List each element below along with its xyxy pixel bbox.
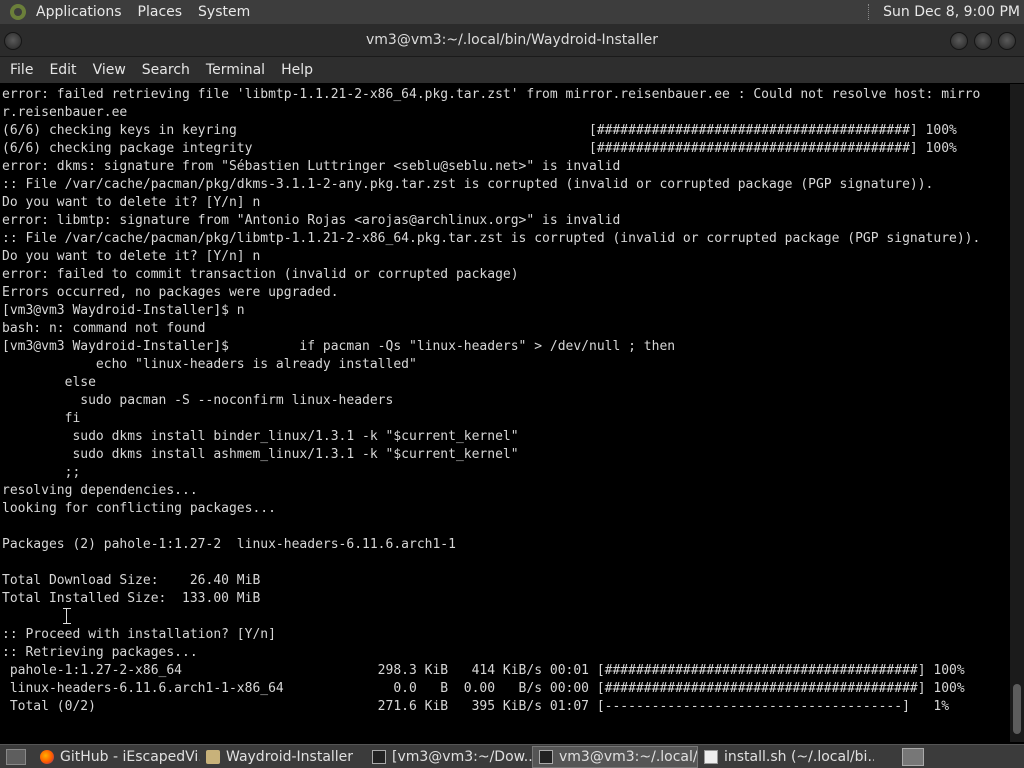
terminal-line: Do you want to delete it? [Y/n] n [2, 249, 261, 264]
terminal-line: echo "linux-headers is already installed… [2, 357, 417, 372]
terminal-line: Total (0/2) 271.6 KiB 395 KiB/s 01:07 [-… [2, 699, 950, 714]
terminal-line: sudo dkms install ashmem_linux/1.3.1 -k … [2, 447, 519, 462]
terminal-scrollbar[interactable] [1010, 84, 1024, 742]
terminal-line: Total Download Size: 26.40 MiB [2, 573, 261, 588]
terminal-line: ;; [2, 465, 81, 480]
taskbar: GitHub - iEscapedVi... Waydroid-Installe… [0, 744, 1024, 768]
minimize-button[interactable] [950, 32, 968, 50]
terminal-line: error: failed retrieving file 'libmtp-1.… [2, 87, 981, 102]
text-editor-icon [704, 749, 718, 764]
maximize-button[interactable] [974, 32, 992, 50]
terminal-line: sudo pacman -S --noconfirm linux-headers [2, 393, 394, 408]
terminal-line: [vm3@vm3 Waydroid-Installer]$ n [2, 303, 245, 318]
terminal-line: looking for conflicting packages... [2, 501, 276, 516]
system-tray: Sun Dec 8, 9:00 PM [868, 4, 1024, 20]
applications-menu[interactable]: Applications [28, 4, 130, 20]
folder-icon [206, 749, 220, 764]
terminal-output[interactable]: error: failed retrieving file 'libmtp-1.… [0, 84, 1010, 742]
terminal-line: error: dkms: signature from "Sébastien L… [2, 159, 621, 174]
terminal-line: Total Installed Size: 133.00 MiB [2, 591, 261, 606]
terminal-line: linux-headers-6.11.6.arch1-1-x86_64 0.0 … [2, 681, 965, 696]
task-label: GitHub - iEscapedVi... [60, 748, 200, 765]
terminal-line: Errors occurred, no packages were upgrad… [2, 285, 339, 300]
workspace-icon[interactable] [6, 748, 26, 765]
firefox-icon [40, 749, 54, 764]
menu-terminal[interactable]: Terminal [198, 62, 273, 78]
places-menu[interactable]: Places [130, 4, 191, 20]
terminal-line: pahole-1:1.27-2-x86_64 298.3 KiB 414 KiB… [2, 663, 965, 678]
menu-file[interactable]: File [2, 62, 41, 78]
close-button[interactable] [998, 32, 1016, 50]
terminal-icon [539, 749, 553, 764]
task-label: vm3@vm3:~/.local/... [559, 748, 698, 765]
terminal-line: :: File /var/cache/pacman/pkg/dkms-3.1.1… [2, 177, 934, 192]
menu-search[interactable]: Search [134, 62, 198, 78]
terminal-line: error: failed to commit transaction (inv… [2, 267, 519, 282]
task-file-manager[interactable]: Waydroid-Installer [200, 746, 366, 768]
menu-edit[interactable]: Edit [41, 62, 84, 78]
task-terminal-active[interactable]: vm3@vm3:~/.local/... [532, 745, 698, 768]
terminal-line: resolving dependencies... [2, 483, 198, 498]
terminal-line: bash: n: command not found [2, 321, 206, 336]
panel-grip-icon [868, 4, 873, 20]
menu-view[interactable]: View [85, 62, 134, 78]
terminal-line: fi [2, 411, 81, 426]
show-desktop-icon[interactable] [902, 747, 924, 766]
terminal-line: :: File /var/cache/pacman/pkg/libmtp-1.1… [2, 231, 981, 246]
clock[interactable]: Sun Dec 8, 9:00 PM [883, 4, 1020, 20]
terminal-line: sudo dkms install binder_linux/1.3.1 -k … [2, 429, 519, 444]
terminal-line: (6/6) checking keys in keyring [########… [2, 123, 957, 138]
terminal-line: :: Retrieving packages... [2, 645, 198, 660]
distro-logo-icon[interactable] [10, 4, 26, 20]
system-menu[interactable]: System [190, 4, 258, 20]
terminal-line: else [2, 375, 96, 390]
task-text-editor[interactable]: install.sh (~/.local/bi... [698, 746, 874, 768]
terminal-line: [vm3@vm3 Waydroid-Installer]$ if pacman … [2, 339, 676, 354]
task-terminal-downloads[interactable]: [vm3@vm3:~/Dow... [366, 746, 532, 768]
scrollbar-thumb[interactable] [1013, 684, 1021, 734]
terminal-line: (6/6) checking package integrity [######… [2, 141, 957, 156]
menu-bar: File Edit View Search Terminal Help [0, 57, 1024, 83]
terminal-line: r.reisenbauer.ee [2, 105, 128, 120]
task-label: install.sh (~/.local/bi... [724, 748, 874, 765]
terminal-line: Packages (2) pahole-1:1.27-2 linux-heade… [2, 537, 456, 552]
top-panel: Applications Places System Sun Dec 8, 9:… [0, 0, 1024, 24]
terminal-icon [372, 749, 386, 764]
window-title-bar[interactable]: vm3@vm3:~/.local/bin/Waydroid-Installer [0, 24, 1024, 57]
window-menu-button[interactable] [4, 32, 22, 50]
task-firefox[interactable]: GitHub - iEscapedVi... [34, 746, 200, 768]
task-label: Waydroid-Installer [226, 748, 354, 765]
window-title: vm3@vm3:~/.local/bin/Waydroid-Installer [365, 32, 659, 48]
terminal-line: :: Proceed with installation? [Y/n] [2, 627, 276, 642]
terminal-line: error: libmtp: signature from "Antonio R… [2, 213, 621, 228]
terminal-line: Do you want to delete it? [Y/n] n [2, 195, 261, 210]
menu-help[interactable]: Help [273, 62, 321, 78]
task-label: [vm3@vm3:~/Dow... [392, 748, 532, 765]
